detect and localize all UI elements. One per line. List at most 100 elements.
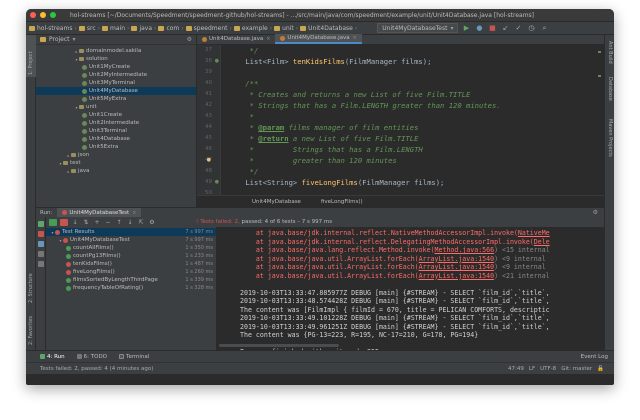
vcs-update-icon[interactable]: ↙ — [500, 24, 510, 32]
database-tool-button[interactable]: Database — [607, 77, 613, 101]
test-result-item[interactable]: ▾ Test Results 7 s 997 ms — [46, 228, 216, 236]
ant-build-tool-button[interactable]: Ant Build — [607, 41, 613, 64]
stop-icon[interactable]: ■ — [487, 24, 497, 32]
editor-tab[interactable]: Unit4MyDatabase.java × — [275, 34, 362, 44]
test-settings-icon[interactable]: ⚙ — [148, 219, 156, 226]
maven-projects-tool-button[interactable]: Maven Projects — [607, 119, 613, 157]
project-tree-item[interactable]: Unit1Create — [36, 111, 196, 119]
project-tree-item[interactable]: ▸ java — [36, 167, 196, 175]
project-tree-item[interactable]: Unit3MyTerminal — [36, 79, 196, 87]
close-icon[interactable]: × — [266, 36, 270, 42]
implemented-method-icon[interactable]: ● — [215, 58, 219, 64]
stop-icon[interactable] — [38, 231, 44, 237]
test-result-item[interactable]: filmsSortedByLengthThirdPage 1 s 339 ms — [46, 276, 216, 284]
structure-tool-button[interactable]: 2: Structure — [28, 273, 34, 303]
show-passed-icon[interactable] — [49, 218, 57, 226]
favorites-tool-button[interactable]: 2: Favorites — [28, 316, 34, 345]
git-branch[interactable]: Git: master — [561, 366, 592, 372]
source-link[interactable]: ArrayList.java:1540 — [419, 263, 494, 271]
console-horizontal-scrollbar[interactable] — [217, 343, 604, 348]
event-log-button[interactable]: Event Log — [581, 354, 608, 360]
breadcrumb-method[interactable]: fiveLongFilms() — [321, 199, 363, 205]
source-link[interactable]: Method.java:566 — [435, 246, 495, 254]
project-tree-item[interactable]: Unit4Database — [36, 135, 196, 143]
rerun-icon[interactable] — [38, 221, 44, 227]
run-configuration-select[interactable]: Unit4MyDatabaseTest ▾ — [377, 23, 459, 33]
lightbulb-icon[interactable]: ● — [207, 157, 211, 163]
test-result-item[interactable]: tenKidsFilms() 1 s 487 ms — [46, 260, 216, 268]
sort-alpha-icon[interactable]: ↓ — [71, 219, 79, 226]
project-tree-item[interactable]: Unit5Extra — [36, 143, 196, 151]
sort-duration-icon[interactable]: ⇅ — [82, 219, 90, 226]
next-failed-icon[interactable]: ↓ — [126, 219, 134, 226]
breadcrumb-item[interactable]: java › — [131, 25, 156, 32]
breadcrumb-class[interactable]: Unit4MyDatabase — [252, 199, 301, 205]
breadcrumb-item[interactable]: com › — [158, 25, 184, 32]
test-result-item[interactable]: frequencyTableOfRating() 1 s 328 ms — [46, 284, 216, 292]
breadcrumb-item[interactable]: Unit4Database › — [300, 25, 357, 32]
close-icon[interactable]: × — [353, 35, 357, 41]
toggle-autotest-icon[interactable] — [38, 251, 44, 257]
run-icon[interactable]: ▶ — [461, 24, 471, 32]
line-separator[interactable]: LF — [529, 366, 535, 372]
settings-icon[interactable]: ⚙ — [593, 209, 598, 216]
test-result-item[interactable]: ▾ Unit4MyDatabaseTest 7 s 997 ms — [46, 236, 216, 244]
file-encoding[interactable]: UTF-8 — [540, 366, 556, 372]
close-window-icon[interactable] — [30, 12, 36, 18]
test-result-item[interactable]: countAllFilms() 1 s 350 ms — [46, 244, 216, 252]
history-icon[interactable]: ◷ — [526, 24, 536, 32]
project-tree-item[interactable]: ▾ test — [36, 159, 196, 167]
project-tree-item[interactable]: Unit1MyCreate — [36, 63, 196, 71]
show-ignored-icon[interactable] — [60, 218, 68, 226]
test-result-item[interactable]: countPg13Films() 1 s 233 ms — [46, 252, 216, 260]
tab-run[interactable]: 4: Run — [40, 354, 65, 360]
breadcrumb-item[interactable]: example › — [233, 25, 272, 32]
source-link[interactable]: NativeMe — [518, 229, 550, 237]
source-link[interactable]: ArrayList.java:1540 — [419, 272, 494, 280]
project-tree-item[interactable]: ▸ json — [36, 151, 196, 159]
breadcrumb-item[interactable]: main › — [102, 25, 129, 32]
search-icon[interactable]: ⌕ — [539, 24, 549, 33]
minimize-window-icon[interactable] — [40, 12, 46, 18]
project-tree-item[interactable]: ▸ domainmodel.sakila — [36, 47, 196, 55]
previous-failed-icon[interactable]: ↑ — [115, 219, 123, 226]
collapse-all-icon[interactable]: − — [104, 219, 112, 226]
test-result-item[interactable]: fiveLongFilms() 1 s 260 ms — [46, 268, 216, 276]
zoom-window-icon[interactable] — [50, 12, 56, 18]
project-panel-title[interactable]: Project — [49, 36, 70, 43]
project-tree-item[interactable]: Unit4MyDatabase — [36, 87, 196, 95]
implemented-method-icon[interactable]: ● — [215, 179, 219, 185]
chevron-down-icon[interactable]: ▾ — [73, 36, 76, 43]
breadcrumb-item[interactable]: src › — [78, 25, 100, 32]
project-tree-item[interactable]: ▾ unit — [36, 103, 196, 111]
code-editor[interactable]: */ List<Film> tenKidsFilms(FilmManager f… — [222, 45, 604, 195]
close-icon[interactable]: × — [132, 210, 136, 216]
tab-terminal[interactable]: Terminal — [119, 354, 149, 360]
editor-tab[interactable]: Unit4Database.java × — [197, 34, 275, 44]
source-link[interactable]: ArrayList.java:1540 — [419, 255, 494, 263]
run-tab[interactable]: Unit4MyDatabaseTest × — [57, 207, 142, 218]
breadcrumb-item[interactable]: speedment › — [185, 25, 232, 32]
project-tree-item[interactable]: Unit3Terminal — [36, 127, 196, 135]
run-console[interactable]: at java.base/jdk.internal.reflect.Native… — [217, 227, 604, 350]
lock-icon[interactable]: 🔓 — [597, 366, 604, 372]
project-tree-item[interactable]: Unit2MyIntermediate — [36, 71, 196, 79]
breadcrumb-item[interactable]: unit › — [274, 25, 298, 32]
project-tool-button[interactable]: 1: Project — [28, 51, 34, 75]
editor-error-stripe[interactable] — [598, 45, 601, 195]
project-tree-item[interactable]: Unit5MyExtra — [36, 95, 196, 103]
project-tree-item[interactable]: ▾ solution — [36, 55, 196, 63]
project-tree-item[interactable]: Unit2Intermediate — [36, 119, 196, 127]
caret-position[interactable]: 47:49 — [508, 366, 524, 372]
source-link[interactable]: Dele — [534, 238, 550, 246]
export-icon[interactable]: ⇱ — [137, 219, 145, 226]
settings-icon[interactable]: ⚙ — [187, 36, 192, 43]
status-message[interactable]: Tests failed: 2, passed: 4 (4 minutes ag… — [40, 366, 153, 372]
rerun-failed-icon[interactable] — [38, 241, 44, 247]
debug-icon[interactable]: ● — [474, 24, 484, 32]
expand-all-icon[interactable]: + — [93, 219, 101, 226]
breadcrumb-item[interactable]: hol-streams › — [29, 25, 77, 32]
pin-icon[interactable] — [38, 261, 44, 267]
tab-todo[interactable]: 6: TODO — [76, 354, 107, 360]
vcs-commit-icon[interactable]: ✓ — [513, 24, 523, 32]
